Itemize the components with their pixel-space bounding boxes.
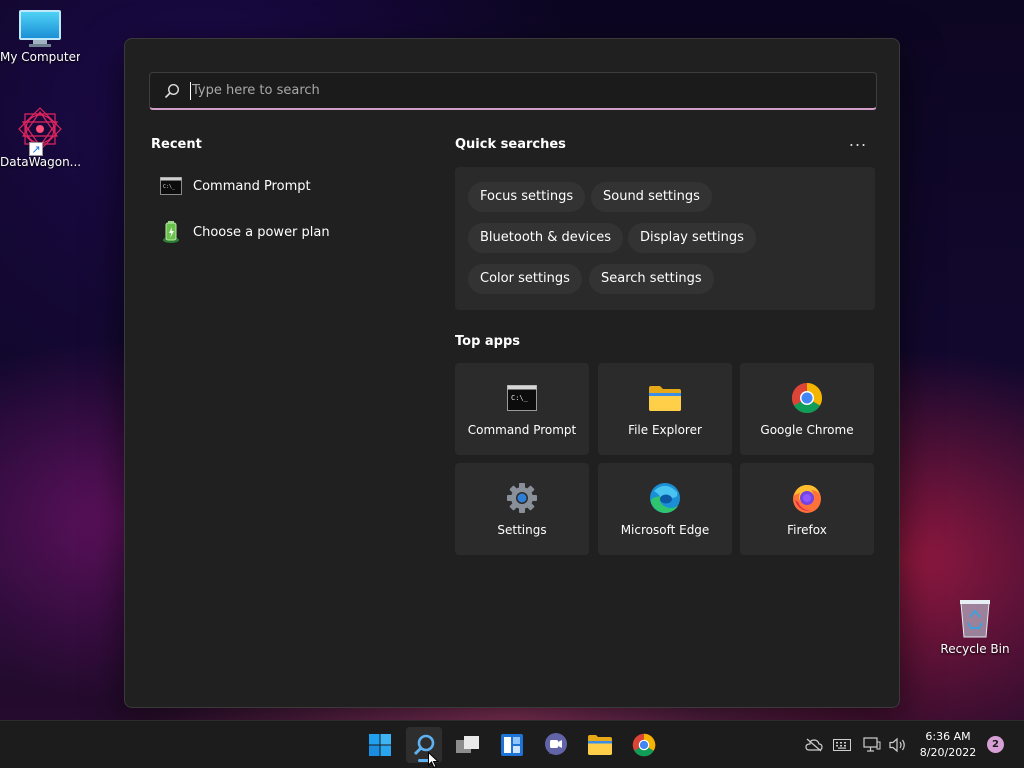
chip-display-settings[interactable]: Display settings — [628, 223, 756, 253]
chip-bluetooth-devices[interactable]: Bluetooth & devices — [468, 223, 623, 253]
svg-text:C:\_: C:\_ — [163, 184, 176, 190]
windows-logo-icon — [369, 734, 391, 756]
desktop-icon-label: Recycle Bin — [940, 642, 1010, 656]
widgets-icon — [501, 734, 523, 756]
shortcut-arrow-icon: ↗ — [29, 142, 43, 156]
chip-color-settings[interactable]: Color settings — [468, 264, 582, 294]
search-box[interactable] — [149, 72, 877, 110]
recent-item-label: Command Prompt — [193, 178, 311, 194]
desktop-icon-datawagon[interactable]: ↗ DataWagon... — [0, 106, 80, 169]
folder-icon — [648, 381, 682, 415]
app-tile-label: Settings — [497, 523, 547, 537]
power-plan-icon — [159, 220, 183, 244]
app-tile-file-explorer[interactable]: File Explorer — [598, 363, 732, 455]
quick-searches-title: Quick searches — [455, 137, 566, 152]
desktop-icon-recycle-bin[interactable]: Recycle Bin — [935, 597, 1015, 656]
chip-sound-settings[interactable]: Sound settings — [591, 182, 712, 212]
app-tile-command-prompt[interactable]: C:\_ Command Prompt — [455, 363, 589, 455]
edge-icon — [648, 481, 682, 515]
teams-chat-icon — [545, 733, 567, 755]
top-apps-title: Top apps — [455, 334, 521, 349]
app-tile-google-chrome[interactable]: Google Chrome — [740, 363, 874, 455]
desktop-icon-label: DataWagon... — [0, 155, 80, 169]
clock[interactable]: 6:36 AM 8/20/2022 — [914, 729, 982, 761]
gear-icon — [505, 481, 539, 515]
chrome-icon — [632, 733, 656, 757]
chip-search-settings[interactable]: Search settings — [589, 264, 714, 294]
clock-date: 8/20/2022 — [919, 746, 977, 759]
file-explorer-taskbar-button[interactable] — [582, 727, 618, 763]
app-tile-microsoft-edge[interactable]: Microsoft Edge — [598, 463, 732, 555]
taskbar: 6:36 AM 8/20/2022 2 — [0, 720, 1024, 768]
task-view-button[interactable] — [450, 727, 486, 763]
onedrive-offline-icon[interactable] — [804, 735, 824, 755]
app-tile-label: Microsoft Edge — [620, 523, 710, 537]
search-icon — [164, 83, 180, 98]
app-tile-settings[interactable]: Settings — [455, 463, 589, 555]
volume-icon[interactable] — [888, 735, 908, 755]
recent-item-command-prompt[interactable]: C:\_ Command Prompt — [159, 171, 311, 201]
widgets-button[interactable] — [494, 727, 530, 763]
search-input[interactable] — [190, 81, 876, 100]
recent-item-label: Choose a power plan — [193, 224, 330, 240]
app-tile-label: Google Chrome — [760, 423, 854, 437]
network-icon[interactable] — [862, 735, 882, 755]
app-tile-label: File Explorer — [628, 423, 702, 437]
app-tile-label: Command Prompt — [467, 423, 577, 437]
search-flyout: Recent C:\_ Command Prompt Choose a powe… — [124, 38, 900, 708]
chrome-icon — [790, 381, 824, 415]
app-tile-firefox[interactable]: Firefox — [740, 463, 874, 555]
notification-badge[interactable]: 2 — [987, 736, 1004, 753]
command-prompt-icon: C:\_ — [159, 174, 183, 198]
mouse-cursor-icon — [428, 752, 440, 768]
quick-searches-box: Focus settings Sound settings Bluetooth … — [455, 167, 875, 310]
task-view-icon — [456, 736, 479, 753]
chrome-taskbar-button[interactable] — [626, 727, 662, 763]
command-prompt-icon: C:\_ — [505, 381, 539, 415]
recycle-bin-icon — [958, 597, 992, 639]
app-tile-label: Firefox — [787, 523, 827, 537]
svg-text:C:\_: C:\_ — [511, 394, 529, 402]
desktop-icon-my-computer[interactable]: My Computer — [0, 10, 80, 64]
more-options-button[interactable]: ... — [843, 131, 873, 155]
recent-item-power-plan[interactable]: Choose a power plan — [159, 217, 330, 247]
folder-icon — [588, 735, 612, 755]
firefox-icon — [790, 481, 824, 515]
chat-button[interactable] — [538, 727, 574, 763]
monitor-icon — [0, 10, 80, 47]
chip-focus-settings[interactable]: Focus settings — [468, 182, 586, 212]
desktop-icon-label: My Computer — [0, 50, 80, 64]
clock-time: 6:36 AM — [925, 730, 971, 743]
datawagon-icon: ↗ — [17, 106, 63, 156]
recent-title: Recent — [151, 137, 202, 152]
keyboard-icon[interactable] — [832, 735, 852, 755]
start-button[interactable] — [362, 727, 398, 763]
